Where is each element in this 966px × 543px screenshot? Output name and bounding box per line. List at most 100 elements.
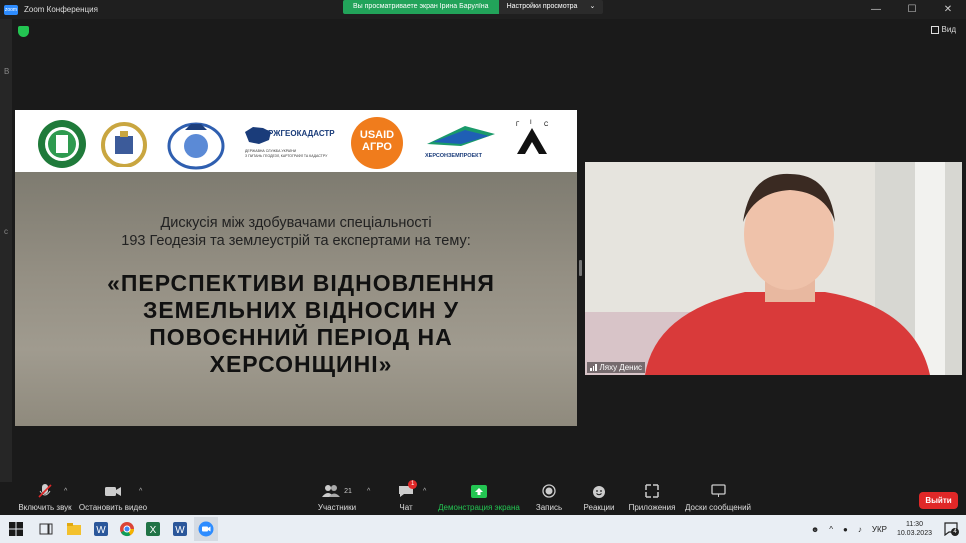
record-label: Запись (535, 503, 563, 512)
slide-headline: «ПЕРСПЕКТИВИ ВІДНОВЛЕННЯ ЗЕМЕЛЬНИХ ВІДНО… (75, 270, 527, 378)
chat-chevron-icon[interactable]: ^ (423, 488, 426, 495)
geodesy-emblem-icon (167, 122, 225, 170)
taskbar-clock[interactable]: 11:30 10.03.2023 (897, 520, 932, 538)
chat-unread-badge: 1 (408, 480, 418, 489)
gis-letter-g: Г (516, 122, 520, 128)
faculty-emblem-icon (101, 122, 147, 167)
windows-taskbar: W X W ☻ ^ ● ♪ УКР 11:30 10.03.2023 4 (0, 515, 966, 543)
word-icon[interactable]: W (93, 521, 109, 537)
strip-char: с (4, 227, 8, 236)
window-title: Zoom Конференция (24, 5, 98, 14)
word-icon-2[interactable]: W (172, 521, 188, 537)
svg-text:X: X (150, 525, 157, 536)
grid-view-icon (930, 25, 939, 34)
keyboard-language[interactable]: УКР (872, 525, 887, 534)
gis-letter-i: І (530, 120, 532, 126)
share-banner: Вы просматриваете экран Ірина Барулїна Н… (343, 0, 604, 14)
participants-count: 21 (344, 487, 352, 495)
svg-text:W: W (175, 525, 185, 536)
side-strip: В с (0, 19, 12, 515)
khersonzemproekt-label: ХЕРСОНЗЕМПРОЕКТ (425, 153, 482, 159)
notifications-icon[interactable]: 4 (944, 522, 959, 537)
volume-icon[interactable]: ♪ (858, 525, 862, 534)
usaid-line1: USAID (359, 129, 395, 141)
reactions-smiley-icon (592, 482, 607, 500)
chat-button[interactable]: 1 Чат (392, 480, 420, 515)
record-button[interactable]: Запись (534, 482, 564, 515)
record-icon (542, 482, 556, 500)
participants-icon: 21 (322, 482, 352, 500)
shared-screen-slide: ДЕРЖГЕОКАДАСТР ДЕРЖАВНА СЛУЖБА УКРАЇНИ З… (15, 110, 577, 426)
share-screen-label: Демонстрация экрана (438, 503, 520, 512)
zoom-window: zoom Zoom Конференция Вы просматриваете … (0, 0, 966, 543)
video-options-chevron-icon[interactable]: ^ (139, 488, 142, 495)
derzh-title: ДЕРЖГЕОКАДАСТР (257, 129, 335, 138)
leave-button[interactable]: Выйти (919, 492, 958, 509)
intro-line-2: 193 Геодезія та землеустрій та експертам… (121, 233, 471, 249)
landscape-icon (427, 126, 495, 146)
meeting-toolbar: Включить звук ^ Остановить видео ^ 21 Уч… (0, 480, 966, 515)
chat-icon: 1 (398, 480, 418, 500)
participant-name-bar: Ляху Денис (587, 362, 646, 373)
notifications-count: 4 (951, 528, 959, 536)
system-tray: ☻ ^ ● ♪ УКР 11:30 10.03.2023 4 (811, 515, 966, 543)
clock-date: 10.03.2023 (896, 530, 932, 537)
stop-video-button[interactable]: Остановить видео (78, 482, 148, 515)
participants-button[interactable]: 21 Участники (316, 482, 358, 515)
apps-label: Приложения (628, 503, 676, 512)
participant-video-icon (585, 162, 962, 375)
chevron-up-icon[interactable]: ^ (829, 525, 833, 534)
khersonzemproekt-logo: ХЕРСОНЗЕМПРОЕКТ (425, 124, 497, 160)
university-seal-icon (38, 120, 86, 168)
minimize-icon[interactable]: — (858, 0, 894, 19)
participants-label: Участники (317, 503, 357, 512)
whiteboard-icon (710, 482, 726, 500)
apps-icon (645, 482, 659, 500)
headline-line-3: ПОВОЄННИЙ ПЕРІОД НА (149, 324, 453, 350)
share-screen-button[interactable]: Демонстрация экрана (438, 482, 520, 515)
clock-time: 11:30 (905, 521, 923, 528)
strip-char: В (4, 67, 10, 76)
maximize-icon[interactable]: ☐ (894, 0, 930, 19)
chrome-icon[interactable] (119, 521, 135, 537)
security-shield-icon[interactable] (18, 26, 29, 37)
reactions-button[interactable]: Реакции (583, 482, 615, 515)
whiteboards-button[interactable]: Доски сообщений (685, 482, 751, 515)
task-view-icon[interactable] (38, 521, 54, 537)
close-icon[interactable]: ✕ (930, 0, 966, 19)
microphone-icon[interactable]: ● (843, 525, 848, 534)
usaid-agro-logo: USAID АГРО (351, 117, 403, 169)
participants-chevron-icon[interactable]: ^ (367, 488, 370, 495)
participant-video-tile[interactable]: Ляху Денис (585, 162, 962, 375)
windows-start-icon[interactable] (8, 521, 24, 537)
file-explorer-icon[interactable] (66, 521, 82, 537)
signal-strength-icon (590, 364, 597, 371)
intro-line-1: Дискусія між здобувачами спеціальності (160, 215, 432, 231)
gis-letter-s: С (544, 122, 549, 128)
splitter-handle[interactable] (579, 260, 582, 276)
participant-name: Ляху Денис (599, 363, 643, 372)
video-camera-icon (104, 482, 122, 500)
unmute-button[interactable]: Включить звук (16, 482, 74, 515)
apps-button[interactable]: Приложения (628, 482, 676, 515)
chevron-down-icon: ⌄ (589, 3, 596, 10)
excel-icon[interactable]: X (145, 521, 161, 537)
stop-video-label: Остановить видео (78, 503, 148, 512)
derzh-subtitle-2: З ПИТАНЬ ГЕОДЕЗІЇ, КАРТОГРАФІЇ ТА КАДАСТ… (245, 154, 328, 158)
view-settings-button[interactable]: Настройки просмотра ⌄ (498, 0, 604, 14)
view-button-label: Вид (941, 25, 956, 34)
people-icon[interactable]: ☻ (811, 525, 819, 534)
microphone-muted-icon (37, 482, 53, 500)
zoom-taskbar-active[interactable] (194, 517, 218, 541)
usaid-line2: АГРО (362, 141, 392, 153)
zoom-app-icon (198, 521, 214, 537)
svg-text:W: W (96, 525, 106, 536)
reactions-label: Реакции (583, 503, 615, 512)
audio-options-chevron-icon[interactable]: ^ (64, 488, 67, 495)
headline-line-1: «ПЕРСПЕКТИВИ ВІДНОВЛЕННЯ (107, 270, 495, 296)
view-button[interactable]: Вид (930, 25, 956, 34)
view-settings-label: Настройки просмотра (506, 3, 578, 10)
zoom-logo-icon: zoom (4, 4, 18, 15)
logo-strip: ДЕРЖГЕОКАДАСТР ДЕРЖАВНА СЛУЖБА УКРАЇНИ З… (15, 110, 577, 172)
slide-intro: Дискусія між здобувачами спеціальності 1… (15, 214, 577, 250)
